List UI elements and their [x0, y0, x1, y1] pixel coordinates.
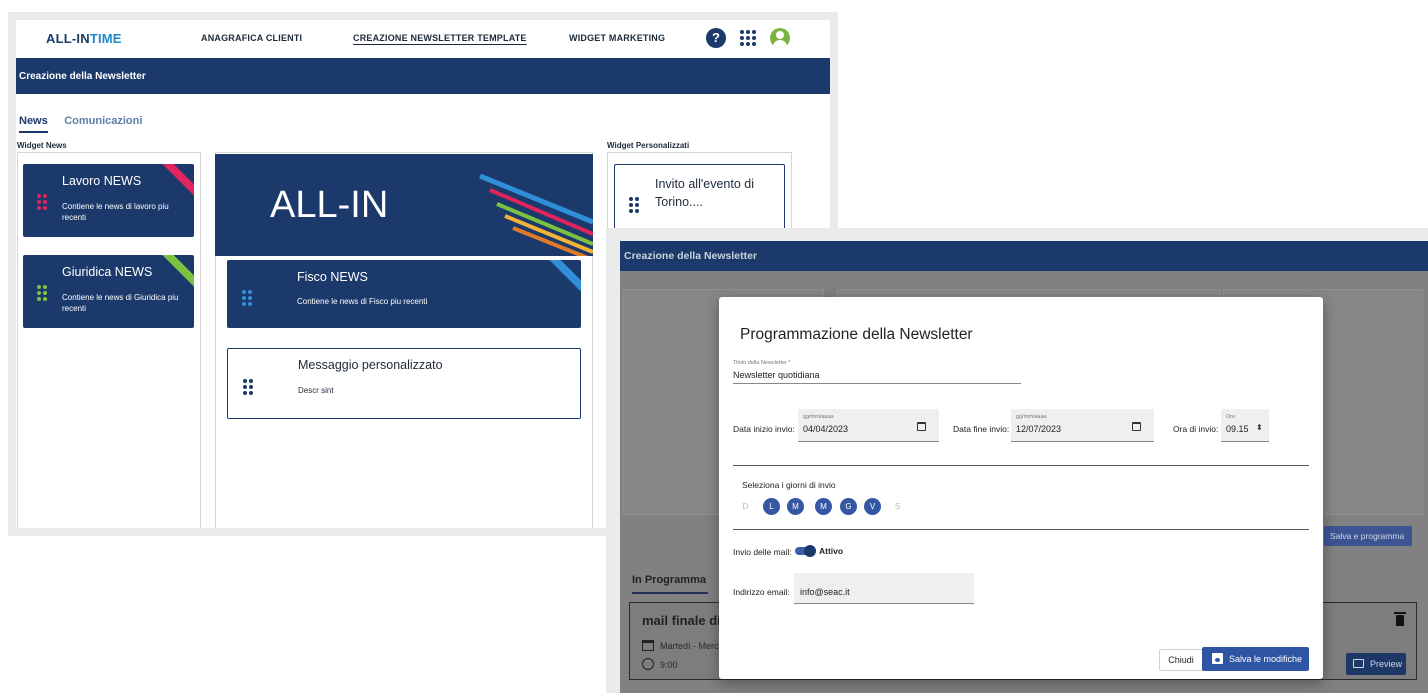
day-toggle-mercoledi[interactable]: M: [815, 498, 832, 515]
drag-handle-icon[interactable]: [243, 379, 253, 395]
tab-comunicazioni[interactable]: Comunicazioni: [64, 115, 142, 131]
widget-title: Fisco NEWS: [297, 270, 368, 284]
day-toggle-domenica[interactable]: D: [737, 498, 754, 515]
calendar-picker-icon[interactable]: [917, 422, 926, 431]
day-toggle-sabato[interactable]: S: [889, 498, 906, 515]
modal-title: Programmazione della Newsletter: [740, 326, 973, 343]
mail-card-time: 9:00: [660, 660, 678, 670]
day-toggle-martedi[interactable]: M: [787, 498, 804, 515]
tab-bar: News Comunicazioni: [19, 111, 154, 133]
apps-grid-icon[interactable]: [740, 30, 756, 46]
titolo-label: Titolo della Newsletter *: [733, 360, 791, 366]
preview-button[interactable]: Preview: [1346, 653, 1406, 675]
banner-stripes-graphic: [479, 173, 593, 256]
widget-description: Contiene le news di Giuridica piu recent…: [62, 293, 179, 313]
nav-creazione-newsletter[interactable]: CREAZIONE NEWSLETTER TEMPLATE: [353, 33, 527, 43]
nav-anagrafica-clienti[interactable]: ANAGRAFICA CLIENTI: [201, 33, 302, 43]
widget-fisco-news[interactable]: Fisco NEWS Contiene le news di Fisco piu…: [227, 260, 581, 328]
email-input[interactable]: info@seac.it: [794, 573, 974, 604]
top-navbar: ALL-INTIME ANAGRAFICA CLIENTI CREAZIONE …: [16, 20, 830, 58]
drag-handle-icon[interactable]: [629, 197, 639, 213]
divider: [733, 465, 1309, 466]
allin-banner: ALL-IN: [215, 154, 593, 256]
widget-description: Descr sint: [298, 386, 334, 395]
mail-card-title: mail finale di: [642, 613, 721, 628]
day-toggle-lunedi[interactable]: L: [763, 498, 780, 515]
email-label: Indirizzo email:: [733, 587, 790, 597]
data-inizio-input[interactable]: gg/mm/aaaa 04/04/2023: [798, 409, 939, 442]
help-icon[interactable]: ?: [706, 28, 726, 48]
calendar-icon: [642, 640, 654, 651]
tab-news[interactable]: News: [19, 115, 48, 133]
save-icon: [1212, 653, 1223, 664]
app-logo[interactable]: ALL-INTIME: [46, 31, 122, 46]
mail-card-days: Martedì - Merc: [660, 641, 719, 651]
salva-e-programma-button[interactable]: Salva e programma: [1324, 526, 1412, 546]
widget-messaggio-personalizzato[interactable]: Messaggio personalizzato Descr sint: [227, 348, 581, 419]
ora-label: Ora di invio:: [1173, 424, 1219, 434]
salva-modifiche-button[interactable]: Salva le modifiche: [1202, 647, 1309, 671]
titolo-input[interactable]: Newsletter quotidiana: [733, 370, 820, 380]
drag-handle-icon[interactable]: [37, 194, 47, 210]
user-avatar-icon[interactable]: [770, 28, 790, 48]
widget-description: Contiene le news di lavoro piu recenti: [62, 202, 169, 222]
widget-accent-stripe: [546, 260, 581, 301]
widget-title: Messaggio personalizzato: [298, 358, 443, 372]
widget-lavoro-news[interactable]: Lavoro NEWS Contiene le news di lavoro p…: [23, 164, 194, 237]
drag-handle-icon[interactable]: [37, 285, 47, 301]
divider: [733, 529, 1309, 530]
widget-title: Lavoro NEWS: [62, 174, 142, 188]
nav-widget-marketing[interactable]: WIDGET MARKETING: [569, 33, 665, 43]
widget-personalizzati-label: Widget Personalizzati: [607, 141, 690, 150]
giorni-label: Seleziona i giorni di invio: [742, 480, 836, 490]
clock-icon: [642, 658, 654, 670]
page-title: Creazione della Newsletter: [620, 241, 1428, 271]
preview-icon: [1353, 659, 1364, 668]
widget-description: Contiene le news di Fisco piu recenti: [297, 297, 428, 306]
day-toggle-venerdi[interactable]: V: [864, 498, 881, 515]
time-spinner-icon[interactable]: ⬍: [1256, 423, 1263, 432]
trash-icon[interactable]: [1394, 612, 1406, 626]
tab-in-programma[interactable]: In Programma: [632, 574, 708, 594]
page-title: Creazione della Newsletter: [16, 58, 830, 94]
data-inizio-label: Data inizio invio:: [733, 424, 795, 434]
calendar-picker-icon[interactable]: [1132, 422, 1141, 431]
chiudi-button[interactable]: Chiudi: [1159, 649, 1203, 671]
ora-input[interactable]: Ore 09.15 ⬍: [1221, 409, 1269, 442]
drag-handle-icon[interactable]: [242, 290, 252, 306]
widget-title: Giuridica NEWS: [62, 265, 153, 279]
invio-mail-label: Invio delle mail:: [733, 547, 792, 557]
day-toggle-giovedi[interactable]: G: [840, 498, 857, 515]
widget-giuridica-news[interactable]: Giuridica NEWS Contiene le news di Giuri…: [23, 255, 194, 328]
data-fine-label: Data fine invio:: [953, 424, 1010, 434]
invio-mail-toggle[interactable]: [795, 545, 816, 557]
widget-title: Invito all'evento di Torino....: [655, 177, 754, 209]
invio-mail-state: Attivo: [819, 546, 844, 556]
widget-news-label: Widget News: [17, 141, 67, 150]
widget-accent-stripe: [157, 164, 194, 203]
data-fine-input[interactable]: gg/mm/aaaa 12/07/2023: [1011, 409, 1154, 442]
titolo-underline: [733, 383, 1021, 384]
programmazione-modal: Programmazione della Newsletter Titolo d…: [719, 297, 1323, 679]
widget-accent-stripe: [157, 255, 194, 294]
